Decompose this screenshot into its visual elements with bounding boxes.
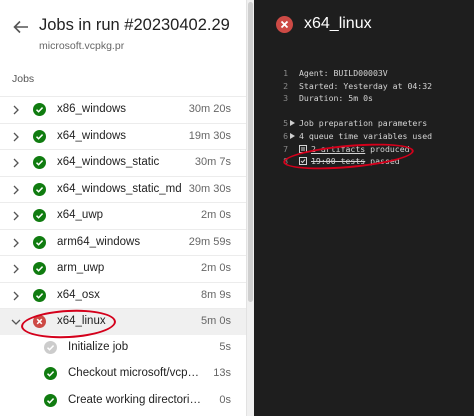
job-row[interactable]: x86_windows 30m 20s	[0, 96, 246, 123]
skipped-icon	[44, 340, 57, 354]
job-name: x64_uwp	[57, 209, 104, 221]
job-name: x64_windows	[57, 129, 127, 142]
job-name: arm64_windows	[57, 235, 141, 248]
log-text: Duration: 5m 0s	[299, 93, 373, 104]
job-name: x86_windows	[57, 103, 127, 115]
job-row[interactable]: arm_uwp 2m 0s	[0, 255, 246, 282]
line-number: 1	[283, 68, 288, 78]
step-duration: 5s	[219, 340, 231, 353]
success-icon	[33, 156, 46, 169]
job-row[interactable]: x64_uwp 2m 0s	[0, 202, 246, 229]
success-icon	[33, 262, 46, 275]
job-duration: 8m 9s	[201, 288, 231, 301]
job-duration: 19m 30s	[188, 129, 231, 142]
log-text: 4 queue time variables used	[299, 130, 433, 141]
job-name: x64_windows_static_md	[57, 182, 182, 195]
jobs-section-heading: Jobs	[12, 73, 35, 85]
chevron-right-icon[interactable]	[11, 158, 21, 168]
step-duration: 0s	[219, 393, 231, 406]
job-duration: 5m 0s	[201, 315, 231, 327]
job-duration: 2m 0s	[201, 262, 231, 274]
log-line: 3 Duration: 5m 0s	[254, 93, 474, 106]
success-icon	[33, 182, 46, 196]
chevron-right-icon[interactable]	[11, 211, 21, 221]
jobs-list: x86_windows 30m 20s x64_windows 19m 30s …	[0, 96, 246, 414]
success-icon	[44, 393, 57, 407]
scrollbar-thumb[interactable]	[248, 2, 253, 302]
back-arrow-icon[interactable]	[12, 18, 30, 36]
chevron-right-icon[interactable]	[11, 291, 21, 301]
step-row[interactable]: Initialize job 5s	[0, 335, 246, 362]
line-number: 3	[283, 93, 288, 104]
job-detail-title: x64_linux	[304, 15, 372, 32]
job-duration: 29m 59s	[188, 235, 231, 248]
chevron-right-icon[interactable]	[11, 132, 21, 142]
log-line[interactable]: 5 Job preparation parameters	[254, 118, 474, 131]
chevron-right-icon[interactable]	[11, 105, 21, 115]
jobs-header: Jobs in run #20230402.29 microsoft.vcpkg…	[0, 0, 246, 62]
log-line-blank	[254, 106, 474, 119]
expand-triangle-icon[interactable]	[290, 132, 295, 139]
jobs-panel: Jobs in run #20230402.29 microsoft.vcpkg…	[0, 0, 246, 416]
job-row[interactable]: x64_windows_static_md 30m 30s	[0, 175, 246, 203]
job-duration: 30m 20s	[188, 103, 231, 115]
scrollbar[interactable]	[246, 0, 254, 416]
line-number: 7	[283, 143, 288, 154]
pipeline-name[interactable]: microsoft.vcpkg.pr	[39, 40, 124, 52]
step-row[interactable]: Create working directories 0s	[0, 388, 246, 415]
log-line: 2 Started: Yesterday at 04:32	[254, 81, 474, 94]
chevron-down-icon[interactable]	[11, 317, 21, 327]
step-name: Create working directories	[68, 393, 201, 406]
line-number: 5	[283, 118, 288, 129]
log-line[interactable]: 6 4 queue time variables used	[254, 131, 474, 144]
log-line: 1 Agent: BUILD00003V	[254, 68, 474, 81]
success-icon	[33, 103, 46, 116]
chevron-right-icon[interactable]	[11, 185, 21, 195]
job-duration: 30m 7s	[194, 156, 231, 168]
line-number: 6	[283, 130, 288, 141]
step-duration: 13s	[213, 367, 231, 379]
job-row[interactable]: x64_osx 8m 9s	[0, 281, 246, 309]
job-name: x64_windows_static	[57, 156, 160, 168]
job-row[interactable]: x64_windows 19m 30s	[0, 122, 246, 150]
success-icon	[33, 235, 46, 249]
log-text: Job preparation parameters	[299, 118, 428, 129]
job-detail-panel: x64_linux 1 Agent: BUILD00003V 2 Started…	[254, 0, 474, 416]
success-icon	[33, 129, 46, 143]
job-row[interactable]: x64_windows_static 30m 7s	[0, 149, 246, 176]
job-row[interactable]: arm64_windows 29m 59s	[0, 228, 246, 256]
success-icon	[33, 209, 46, 222]
step-name: Checkout microsoft/vcpkg@r...	[68, 367, 201, 379]
step-name: Initialize job	[68, 340, 129, 353]
job-duration: 30m 30s	[188, 182, 231, 195]
step-row[interactable]: Checkout microsoft/vcpkg@r... 13s	[0, 361, 246, 388]
chevron-right-icon[interactable]	[11, 264, 21, 274]
log-text: Started: Yesterday at 04:32	[299, 80, 433, 91]
success-icon	[44, 367, 57, 380]
expand-triangle-icon[interactable]	[290, 120, 295, 127]
job-name: x64_osx	[57, 288, 100, 301]
success-icon	[33, 288, 46, 302]
job-name: arm_uwp	[57, 262, 105, 274]
page-title: Jobs in run #20230402.29	[39, 16, 230, 34]
log-text: Agent: BUILD00003V	[299, 68, 388, 78]
job-duration: 2m 0s	[201, 209, 231, 221]
line-number: 2	[283, 80, 288, 91]
chevron-right-icon[interactable]	[11, 238, 21, 248]
failed-icon	[276, 16, 293, 33]
